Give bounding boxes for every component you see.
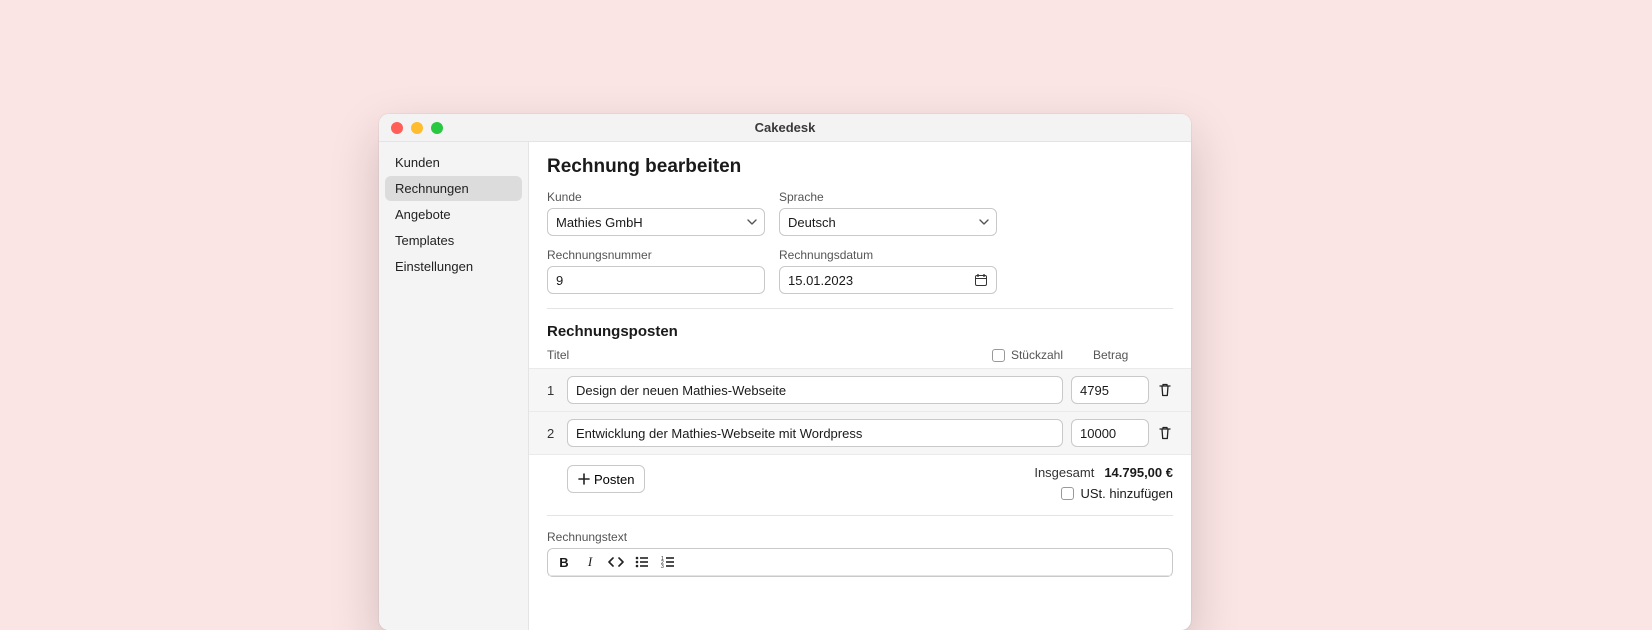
invoice-date-input[interactable]: 15.01.2023 xyxy=(779,266,997,294)
add-line-item-label: Posten xyxy=(594,472,634,487)
line-item-title-input[interactable]: Entwicklung der Mathies-Webseite mit Wor… xyxy=(567,419,1063,447)
language-label: Sprache xyxy=(779,190,997,204)
bullet-list-button[interactable] xyxy=(634,554,650,570)
line-items-title: Rechnungsposten xyxy=(547,323,1173,340)
total-value: 14.795,00 € xyxy=(1104,465,1173,480)
main-content: Rechnung bearbeiten Kunde Mathies GmbH S… xyxy=(529,142,1191,630)
close-window-button[interactable] xyxy=(391,122,403,134)
total-label: Insgesamt xyxy=(1034,465,1094,480)
divider xyxy=(547,515,1173,516)
qty-toggle-checkbox[interactable] xyxy=(992,349,1005,362)
th-amount: Betrag xyxy=(1093,348,1173,362)
rich-text-editor[interactable]: B I 123 xyxy=(547,548,1173,577)
sidebar-item-einstellungen[interactable]: Einstellungen xyxy=(385,254,522,279)
customer-label: Kunde xyxy=(547,190,765,204)
trash-icon[interactable] xyxy=(1157,382,1173,398)
add-line-item-button[interactable]: Posten xyxy=(567,465,645,493)
invoice-number-value: 9 xyxy=(556,273,563,288)
invoice-date-value: 15.01.2023 xyxy=(788,273,853,288)
app-window: Cakedesk Kunden Rechnungen Angebote Temp… xyxy=(379,114,1191,630)
vat-label: USt. hinzufügen xyxy=(1080,486,1173,501)
trash-icon[interactable] xyxy=(1157,425,1173,441)
line-item: 2 Entwicklung der Mathies-Webseite mit W… xyxy=(529,411,1191,455)
sidebar-item-angebote[interactable]: Angebote xyxy=(385,202,522,227)
window-title: Cakedesk xyxy=(379,120,1191,135)
customer-select-value: Mathies GmbH xyxy=(556,215,643,230)
customer-select[interactable]: Mathies GmbH xyxy=(547,208,765,236)
invoice-number-input[interactable]: 9 xyxy=(547,266,765,294)
language-select[interactable]: Deutsch xyxy=(779,208,997,236)
titlebar: Cakedesk xyxy=(379,114,1191,142)
sidebar-item-rechnungen[interactable]: Rechnungen xyxy=(385,176,522,201)
editor-toolbar: B I 123 xyxy=(548,549,1172,576)
minimize-window-button[interactable] xyxy=(411,122,423,134)
calendar-icon xyxy=(974,273,988,287)
language-select-value: Deutsch xyxy=(788,215,836,230)
line-item: 1 Design der neuen Mathies-Webseite 4795 xyxy=(529,368,1191,411)
svg-text:3: 3 xyxy=(661,564,664,568)
sidebar: Kunden Rechnungen Angebote Templates Ein… xyxy=(379,142,529,630)
plus-icon xyxy=(578,473,590,485)
sidebar-item-kunden[interactable]: Kunden xyxy=(385,150,522,175)
line-item-title-input[interactable]: Design der neuen Mathies-Webseite xyxy=(567,376,1063,404)
line-item-amount-input[interactable]: 4795 xyxy=(1071,376,1149,404)
maximize-window-button[interactable] xyxy=(431,122,443,134)
line-item-amount-input[interactable]: 10000 xyxy=(1071,419,1149,447)
bold-button[interactable]: B xyxy=(556,554,572,570)
code-button[interactable] xyxy=(608,554,624,570)
invoice-number-label: Rechnungsnummer xyxy=(547,248,765,262)
page-title: Rechnung bearbeiten xyxy=(547,156,1173,178)
sidebar-item-templates[interactable]: Templates xyxy=(385,228,522,253)
window-controls xyxy=(379,122,443,134)
th-title: Titel xyxy=(547,348,992,362)
line-item-number: 2 xyxy=(547,426,559,441)
invoice-text-label: Rechnungstext xyxy=(547,530,1173,544)
line-items: 1 Design der neuen Mathies-Webseite 4795… xyxy=(529,368,1191,455)
divider xyxy=(547,308,1173,309)
line-item-number: 1 xyxy=(547,383,559,398)
invoice-date-label: Rechnungsdatum xyxy=(779,248,997,262)
line-items-header: Titel Stückzahl Betrag xyxy=(547,348,1173,368)
numbered-list-button[interactable]: 123 xyxy=(660,554,676,570)
th-qty: Stückzahl xyxy=(1011,348,1063,362)
vat-checkbox[interactable] xyxy=(1061,487,1074,500)
italic-button[interactable]: I xyxy=(582,554,598,570)
